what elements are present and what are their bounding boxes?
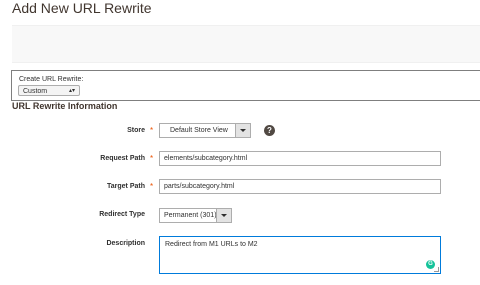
description-value: Redirect from M1 URLs to M2 — [165, 241, 258, 248]
required-marker: * — [150, 154, 154, 163]
description-label: Description — [106, 240, 145, 247]
chevron-down-icon — [221, 214, 227, 217]
target-path-label: Target Path — [107, 183, 145, 190]
request-path-label: Request Path — [100, 155, 145, 162]
create-url-rewrite-select[interactable]: Custom ▴▾ — [18, 85, 80, 96]
help-icon[interactable]: ? — [264, 125, 275, 136]
store-label: Store — [127, 127, 145, 134]
section-title: URL Rewrite Information — [12, 101, 118, 111]
required-marker: * — [150, 126, 154, 135]
page-title: Add New URL Rewrite — [12, 0, 152, 16]
create-url-rewrite-panel: Create URL Rewrite: Custom ▴▾ — [11, 70, 480, 101]
target-path-input[interactable]: parts/subcategory.html — [159, 179, 441, 194]
store-selected: Default Store View — [170, 127, 228, 134]
create-url-rewrite-label: Create URL Rewrite: — [19, 76, 84, 83]
chevron-down-icon — [240, 129, 246, 132]
resize-handle[interactable] — [434, 267, 439, 272]
dropdown-button — [216, 209, 231, 222]
page-actions-bar — [12, 25, 480, 63]
redirect-type-selected: Permanent (301) — [164, 212, 217, 219]
description-textarea[interactable]: Redirect from M1 URLs to M2 G — [159, 236, 441, 274]
redirect-type-label: Redirect Type — [99, 211, 145, 218]
required-marker: * — [150, 182, 154, 191]
create-url-rewrite-selected: Custom — [23, 88, 48, 95]
request-path-input[interactable]: elements/subcategory.html — [159, 151, 441, 166]
store-select[interactable]: Default Store View — [159, 123, 251, 138]
dropdown-button — [235, 124, 250, 137]
redirect-type-select[interactable]: Permanent (301) — [159, 208, 232, 223]
select-updown-icon: ▴▾ — [68, 88, 75, 94]
